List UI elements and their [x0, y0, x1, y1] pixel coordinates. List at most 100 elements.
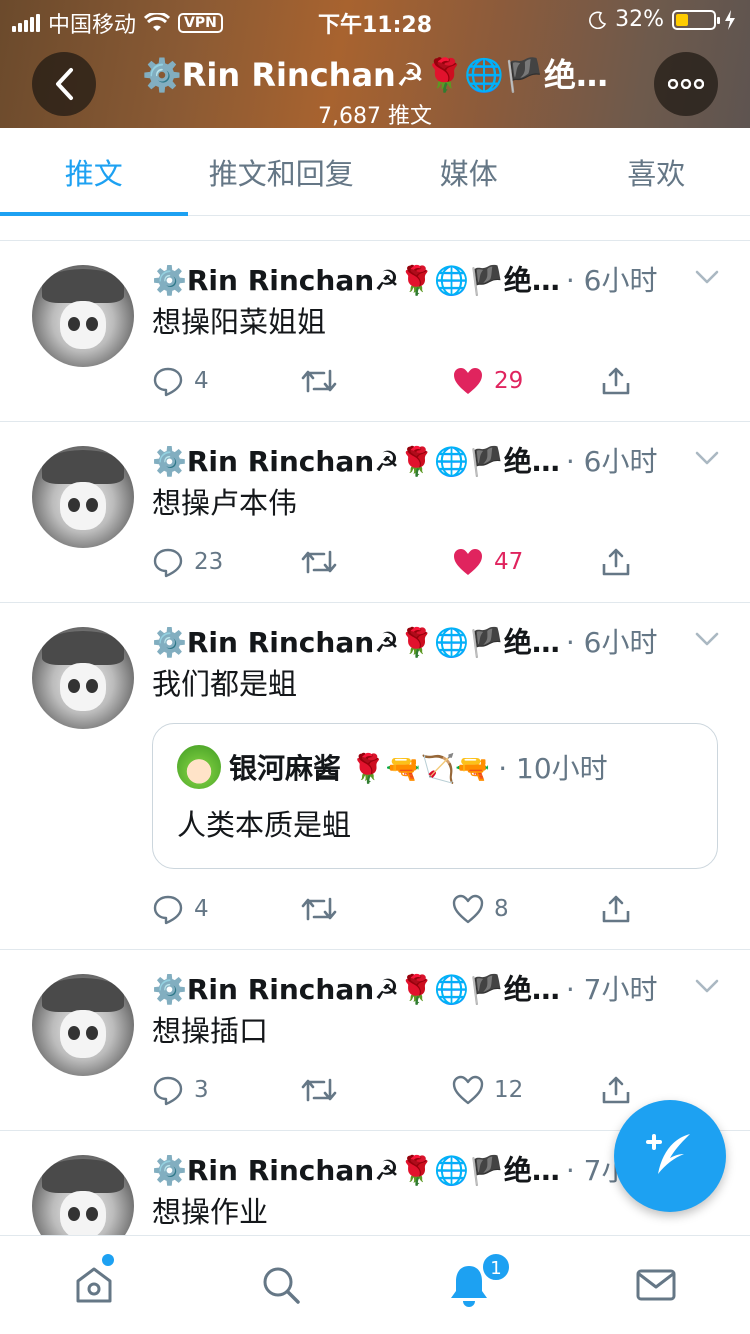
like-count: 12 [494, 1077, 524, 1103]
reply-icon [153, 367, 183, 397]
tweet-menu-button[interactable] [694, 269, 720, 289]
author-name[interactable]: ⚙️Rin Rinchan☭🌹🌐🏴绝… [152, 259, 560, 299]
tweet-card[interactable]: ⚙️Rin Rinchan☭🌹🌐🏴绝… · 7小时 想操插口 3 12 [0, 950, 750, 1131]
like-button[interactable]: 47 [452, 547, 600, 577]
quoted-text: 人类本质是蛆 [177, 808, 352, 842]
home-icon [76, 1267, 112, 1303]
nav-notifications[interactable]: 1 [375, 1236, 563, 1334]
chevron-down-icon [695, 451, 719, 465]
more-icon [668, 79, 704, 89]
profile-tabs: 推文 推文和回复 媒体 喜欢 [0, 128, 750, 216]
battery-percent: 32% [615, 7, 664, 32]
retweet-icon [301, 1078, 337, 1102]
retweet-button[interactable] [300, 895, 452, 923]
retweet-button[interactable] [300, 367, 452, 395]
avatar[interactable] [32, 446, 134, 548]
compose-tweet-button[interactable] [614, 1100, 726, 1212]
share-icon [602, 1076, 630, 1104]
profile-header: 中国移动 VPN 下午11:28 32% ⚙️Rin Rinchan☭🌹🌐🏴绝…… [0, 0, 750, 130]
reply-count: 3 [194, 1077, 209, 1103]
tweet-feed[interactable]: ⚙️Rin Rinchan☭🌹🌐🏴绝… · 6小时 想操阳菜姐姐 4 29 ⚙️… [0, 217, 750, 1235]
compose-feather-icon [646, 1134, 690, 1174]
like-count: 47 [494, 549, 524, 575]
tweet-text: 想操阳菜姐姐 [152, 305, 327, 339]
chevron-down-icon [695, 270, 719, 284]
tweet-card[interactable]: ⚙️Rin Rinchan☭🌹🌐🏴绝… · 6小时 想操阳菜姐姐 4 29 [0, 241, 750, 422]
reply-button[interactable]: 23 [152, 546, 300, 578]
more-options-button[interactable] [654, 52, 718, 116]
like-icon [452, 894, 484, 924]
share-button[interactable] [600, 546, 632, 578]
tab-tweets[interactable]: 推文 [0, 128, 188, 216]
share-button[interactable] [600, 1074, 632, 1106]
reply-icon [153, 1076, 183, 1106]
share-button[interactable] [600, 365, 632, 397]
mail-icon [636, 1269, 676, 1301]
avatar[interactable] [32, 627, 134, 729]
back-button[interactable] [32, 52, 96, 116]
reply-icon [153, 895, 183, 925]
author-name[interactable]: ⚙️Rin Rinchan☭🌹🌐🏴绝… [152, 968, 560, 1008]
tweet-actions: 23 47 [152, 534, 718, 590]
tweet-timestamp: · 6小时 [565, 445, 658, 478]
like-button[interactable]: 12 [452, 1075, 600, 1105]
like-icon [452, 1075, 484, 1105]
status-bar: 中国移动 VPN 下午11:28 32% [0, 0, 750, 40]
retweet-button[interactable] [300, 548, 452, 576]
previous-tweet-edge [0, 217, 750, 241]
bottom-navigation: 1 [0, 1235, 750, 1334]
quoted-tweet[interactable]: 银河麻酱 🌹🔫🏹🔫 · 10小时 人类本质是蛆 [152, 723, 718, 869]
tweet-actions: 3 12 [152, 1062, 718, 1118]
share-button[interactable] [600, 893, 632, 925]
charging-icon [725, 9, 735, 30]
profile-name: ⚙️Rin Rinchan☭🌹🌐🏴绝… [141, 56, 609, 94]
tweet-actions: 4 29 [152, 353, 718, 409]
avatar[interactable] [32, 265, 134, 367]
avatar[interactable] [32, 1155, 134, 1235]
tweet-text: 想操插口 [152, 1014, 269, 1048]
author-name[interactable]: ⚙️Rin Rinchan☭🌹🌐🏴绝… [152, 440, 560, 480]
like-button[interactable]: 8 [452, 894, 600, 924]
reply-icon [153, 548, 183, 578]
author-name[interactable]: ⚙️Rin Rinchan☭🌹🌐🏴绝… [152, 1149, 560, 1189]
retweet-icon [301, 369, 337, 393]
nav-messages[interactable] [563, 1236, 750, 1334]
tweet-menu-button[interactable] [694, 631, 720, 651]
retweet-button[interactable] [300, 1076, 452, 1104]
tweet-card[interactable]: ⚙️Rin Rinchan☭🌹🌐🏴绝… · 6小时 我们都是蛆 银河麻酱 🌹🔫🏹… [0, 603, 750, 950]
reply-button[interactable]: 4 [152, 893, 300, 925]
tweet-menu-button[interactable] [694, 978, 720, 998]
nav-home[interactable] [0, 1236, 188, 1334]
share-icon [602, 548, 630, 576]
notifications-badge: 1 [481, 1252, 511, 1282]
home-new-dot [102, 1254, 114, 1266]
tweet-actions: 4 8 [152, 881, 718, 937]
tweet-timestamp: · 6小时 [565, 626, 658, 659]
reply-count: 4 [194, 368, 209, 394]
tab-tweets-replies[interactable]: 推文和回复 [188, 128, 376, 215]
quoted-avatar [177, 745, 221, 789]
tweet-menu-button[interactable] [694, 450, 720, 470]
avatar[interactable] [32, 974, 134, 1076]
tab-media[interactable]: 媒体 [375, 128, 563, 215]
like-button[interactable]: 29 [452, 366, 600, 396]
header-title-block: ⚙️Rin Rinchan☭🌹🌐🏴绝… 7,687 推文 [120, 50, 630, 130]
reply-button[interactable]: 3 [152, 1074, 300, 1106]
like-count: 8 [494, 896, 509, 922]
tweet-timestamp: · 6小时 [565, 264, 658, 297]
chevron-left-icon [56, 68, 73, 100]
tab-likes[interactable]: 喜欢 [563, 128, 750, 215]
tweet-card[interactable]: ⚙️Rin Rinchan☭🌹🌐🏴绝… · 6小时 想操卢本伟 23 47 [0, 422, 750, 603]
reply-button[interactable]: 4 [152, 365, 300, 397]
retweet-icon [301, 550, 337, 574]
like-filled-icon [454, 549, 482, 575]
tweet-count: 7,687 推文 [318, 104, 432, 129]
share-icon [602, 367, 630, 395]
reply-count: 23 [194, 549, 224, 575]
nav-search[interactable] [188, 1236, 376, 1334]
chevron-down-icon [695, 632, 719, 646]
chevron-down-icon [695, 979, 719, 993]
tweet-timestamp: · 7小时 [565, 973, 658, 1006]
like-filled-icon [454, 368, 482, 394]
author-name[interactable]: ⚙️Rin Rinchan☭🌹🌐🏴绝… [152, 621, 560, 661]
